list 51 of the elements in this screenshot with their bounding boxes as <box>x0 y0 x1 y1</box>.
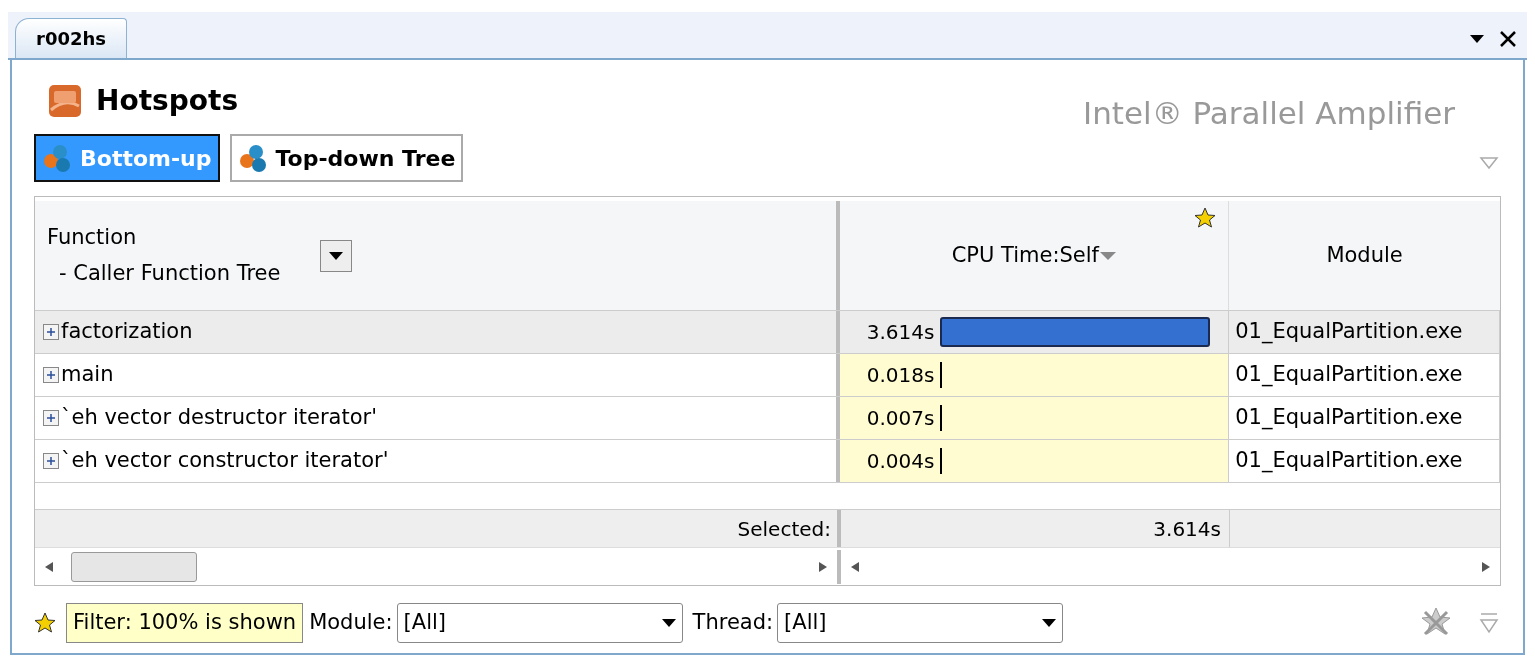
column-header[interactable]: CPU Time:Self <box>840 201 1230 310</box>
summary-label: Selected: <box>737 515 831 543</box>
collapse-icon[interactable] <box>1479 156 1499 170</box>
dropdown-icon[interactable] <box>1469 34 1485 44</box>
cpu-time-value: 0.004s <box>865 448 935 475</box>
module-name: 01_EqualPartition.exe <box>1235 447 1463 475</box>
document-tab[interactable]: r002hs <box>15 18 127 58</box>
summary-value: 3.614s <box>1153 515 1221 543</box>
expand-icon[interactable] <box>43 410 59 426</box>
caret-icon <box>329 251 344 260</box>
scroll-right-icon[interactable] <box>1482 561 1490 572</box>
scroll-right-icon[interactable] <box>819 561 827 572</box>
expand-icon[interactable] <box>43 367 59 383</box>
time-bar <box>940 362 943 388</box>
caret-icon <box>661 619 676 627</box>
thread-label: Thread: <box>692 609 774 637</box>
function-name: factorization <box>61 318 193 346</box>
scroll-left-icon[interactable] <box>45 561 53 572</box>
close-icon[interactable] <box>1499 30 1517 48</box>
expand-icon[interactable] <box>43 453 59 469</box>
cpu-time-value: 0.007s <box>865 405 935 432</box>
dropdown-button[interactable] <box>320 239 353 272</box>
module-dropdown[interactable]: [All] <box>396 603 683 643</box>
caret-icon <box>1042 619 1057 627</box>
thread-dropdown[interactable]: [All] <box>777 603 1064 643</box>
star-icon[interactable] <box>34 612 56 634</box>
star-icon <box>1194 207 1217 229</box>
brand-text: Intel® Parallel Amplifier <box>1083 94 1455 133</box>
app-logo-icon <box>48 84 82 118</box>
module-name: 01_EqualPartition.exe <box>1235 318 1463 346</box>
time-bar <box>940 405 943 431</box>
sort-icon <box>1099 250 1117 261</box>
column-header: Function <box>47 224 138 251</box>
module-label: Module: <box>309 609 393 637</box>
column-header: Module <box>1326 241 1403 269</box>
function-name: `eh vector destructor iterator' <box>61 404 377 432</box>
collapse-icon[interactable] <box>1479 612 1499 634</box>
column-subheader: - Caller Function Tree <box>58 259 281 287</box>
cpu-time-value: 3.614s <box>865 319 935 346</box>
scrollbar-thumb[interactable] <box>71 551 197 582</box>
module-name: 01_EqualPartition.exe <box>1235 404 1463 432</box>
function-name: `eh vector constructor iterator' <box>61 447 389 475</box>
time-bar <box>940 448 943 474</box>
cpu-time-value: 0.018s <box>865 362 935 389</box>
filter-label: Filter: 100% is shown <box>66 603 304 643</box>
panel-title: Hotspots <box>96 83 239 119</box>
module-name: 01_EqualPartition.exe <box>1235 361 1463 389</box>
expand-icon[interactable] <box>43 324 59 340</box>
view-tab[interactable]: Top-down Tree <box>229 134 464 182</box>
scroll-left-icon[interactable] <box>851 561 859 572</box>
function-name: main <box>61 361 114 389</box>
